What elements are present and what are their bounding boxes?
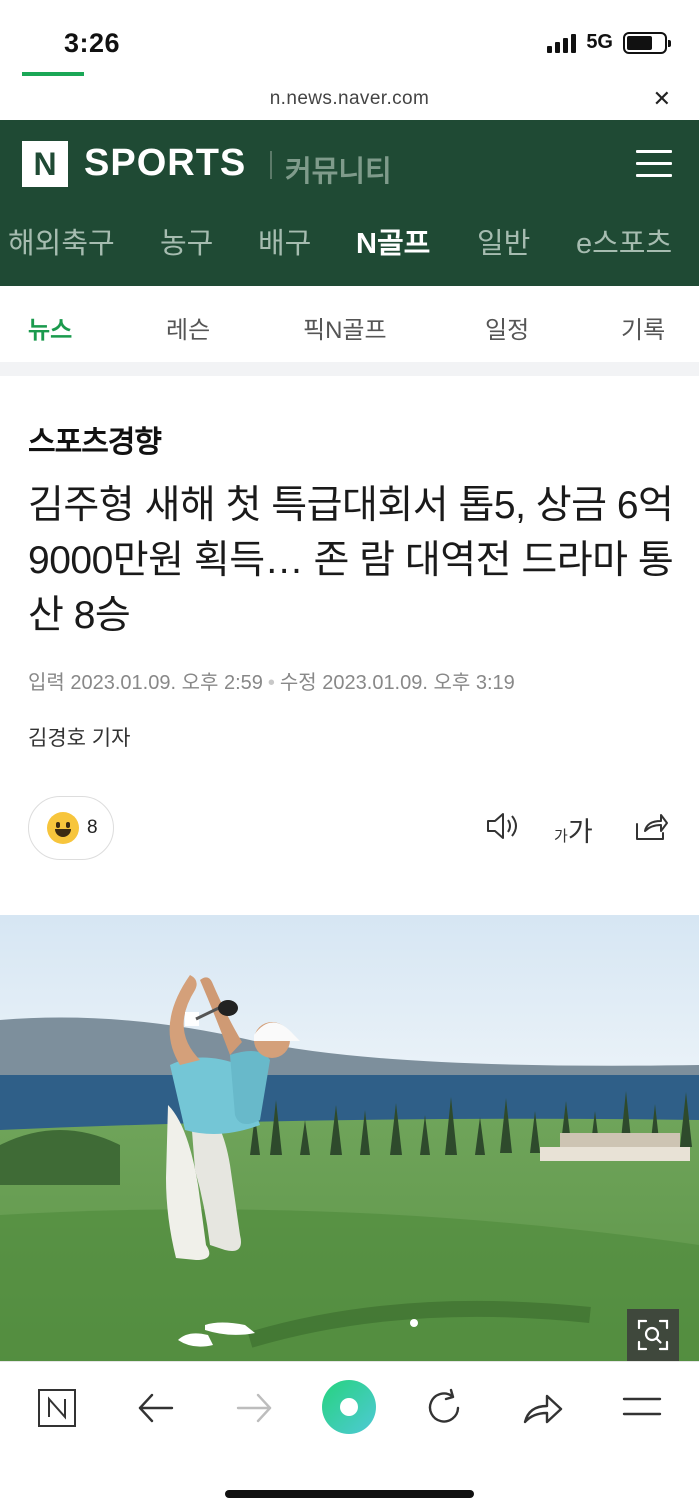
reload-icon[interactable] (425, 1388, 465, 1433)
tab-general[interactable]: 일반 (477, 220, 530, 262)
input-label: 입력 (28, 672, 65, 694)
bottom-toolbar (0, 1361, 699, 1512)
menu-icon[interactable] (622, 1394, 662, 1425)
naver-home-icon[interactable] (37, 1388, 77, 1433)
sub-tab-pick-n-golf[interactable]: 픽N골프 (303, 310, 387, 345)
logo-divider (270, 151, 272, 179)
signal-icon (547, 33, 577, 53)
share-arrow-icon[interactable] (521, 1390, 565, 1431)
status-indicators: 5G (547, 31, 671, 54)
battery-icon (623, 31, 671, 54)
sub-tabs: 뉴스 레슨 픽N골프 일정 기록 (0, 286, 699, 362)
article-headline: 김주형 새해 첫 특급대회서 톱5, 상금 6억 9000만원 획득… 존 람 … (28, 484, 674, 637)
modified-date: 2023.01.09. 오후 3:19 (322, 672, 515, 694)
reaction-button[interactable]: 8 (28, 796, 114, 860)
tab-volleyball[interactable]: 배구 (258, 220, 311, 262)
font-size-button[interactable]: 가가 (554, 810, 593, 849)
sub-tab-records[interactable]: 기록 (621, 310, 665, 345)
tab-n-golf[interactable]: N골프 (356, 220, 430, 262)
sub-tab-news[interactable]: 뉴스 (28, 310, 72, 345)
site-header: N SPORTS 커뮤니티 해외축구 농구 배구 N골프 일반 e스포츠 (0, 120, 699, 286)
zoom-search-icon[interactable] (627, 1309, 679, 1361)
status-time: 3:26 (64, 28, 121, 58)
sports-logo[interactable]: SPORTS (84, 142, 246, 185)
status-bar: 3:26 5G (0, 0, 699, 88)
sub-tab-schedule[interactable]: 일정 (485, 310, 529, 345)
tab-overseas-football[interactable]: 해외축구 (8, 220, 115, 262)
url-bar: n.news.naver.com ✕ (0, 86, 699, 120)
sub-tab-lesson[interactable]: 레슨 (166, 310, 210, 345)
share-icon[interactable] (633, 808, 669, 849)
article-dates: 입력 2023.01.09. 오후 2:59 • 수정 2023.01.09. 오후… (28, 672, 515, 694)
reaction-count: 8 (87, 817, 98, 838)
naver-logo-icon[interactable]: N (22, 141, 68, 187)
forward-arrow-icon[interactable] (234, 1390, 274, 1431)
sport-tabs: 해외축구 농구 배구 N골프 일반 e스포츠 (0, 220, 699, 264)
network-label: 5G (586, 31, 613, 53)
url-text[interactable]: n.news.naver.com (0, 88, 699, 110)
green-dot-icon[interactable] (321, 1379, 377, 1440)
input-date: 2023.01.09. 오후 2:59 (70, 672, 263, 694)
golf-photo-image (0, 915, 699, 1361)
smile-emoji-icon (47, 812, 79, 844)
menu-icon[interactable] (636, 150, 672, 178)
press-logo[interactable]: 스포츠경향 (28, 417, 162, 461)
article-photo (0, 915, 699, 1361)
active-tab-underline (22, 72, 84, 76)
tab-basketball[interactable]: 농구 (160, 220, 213, 262)
close-icon[interactable]: ✕ (653, 86, 671, 112)
community-link[interactable]: 커뮤니티 (285, 148, 392, 190)
speaker-icon[interactable] (484, 808, 520, 849)
modified-label: 수정 (279, 672, 317, 694)
home-indicator (225, 1490, 474, 1498)
reporter-name[interactable]: 김경호 기자 (28, 722, 130, 752)
tab-esports[interactable]: e스포츠 (576, 220, 672, 262)
back-arrow-icon[interactable] (136, 1390, 176, 1431)
section-divider (0, 362, 699, 376)
